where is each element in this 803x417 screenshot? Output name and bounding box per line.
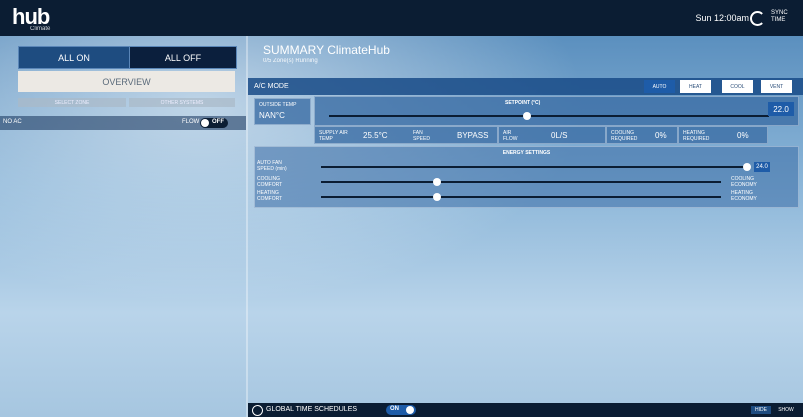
slider-left-label: AUTO FAN SPEED (min) xyxy=(257,160,287,172)
heating-slider-knob[interactable] xyxy=(433,193,441,201)
stat-label: AIR FLOW xyxy=(503,130,518,142)
stat-cooling-required: COOLING REQUIRED 0% xyxy=(606,126,678,144)
outside-temp-value: NAN°C xyxy=(259,111,285,120)
summary-panel: SUMMARY ClimateHub 0/5 Zone(s) Running A… xyxy=(248,36,803,417)
left-panel: ALL ON ALL OFF OVERVIEW SELECT ZONE OTHE… xyxy=(0,36,246,417)
ac-mode-label: A/C MODE xyxy=(254,83,289,90)
auto-fan-value: 24.0 xyxy=(754,162,770,172)
stat-label: FAN SPEED xyxy=(413,130,430,142)
auto-fan-slider-track[interactable] xyxy=(321,166,747,168)
slider-left-label: HEATING COMFORT xyxy=(257,190,283,202)
outside-temp-panel: OUTSIDE TEMP NAN°C xyxy=(254,98,311,125)
cooling-slider-knob[interactable] xyxy=(433,178,441,186)
all-off-button[interactable]: ALL OFF xyxy=(129,46,237,69)
stat-value: 0L/S xyxy=(551,131,568,140)
stat-air-flow: AIR FLOW 0L/S xyxy=(498,126,606,144)
mode-heat-button[interactable]: HEAT xyxy=(680,80,711,93)
mode-vent-button[interactable]: VENT xyxy=(761,80,792,93)
global-time-schedules-label: GLOBAL TIME SCHEDULES xyxy=(266,406,358,413)
stat-heating-required: HEATING REQUIRED 0% xyxy=(678,126,768,144)
setpoint-value: 22.0 xyxy=(768,102,794,116)
flow-toggle-state: OFF xyxy=(212,119,224,125)
overview-button[interactable]: OVERVIEW xyxy=(18,71,235,92)
slider-left-label: COOLING COMFORT xyxy=(257,176,283,188)
stat-value: 0% xyxy=(655,131,667,140)
select-zone-button[interactable]: SELECT ZONE xyxy=(18,98,126,107)
ac-mode-bar: A/C MODE AUTO HEAT COOL VENT xyxy=(248,78,803,95)
toggle-knob xyxy=(201,119,209,127)
flow-toggle[interactable]: OFF xyxy=(200,118,228,128)
stat-label: HEATING REQUIRED xyxy=(683,130,710,142)
show-button[interactable]: SHOW xyxy=(774,406,798,414)
sync-time-label[interactable]: SYNC TIME xyxy=(771,10,793,24)
mode-auto-button[interactable]: AUTO xyxy=(644,80,675,93)
heating-slider-track[interactable] xyxy=(321,196,721,198)
cooling-slider-track[interactable] xyxy=(321,181,721,183)
sync-icon[interactable] xyxy=(750,11,765,26)
stat-label: COOLING REQUIRED xyxy=(611,130,638,142)
summary-title: SUMMARY ClimateHub xyxy=(263,43,390,57)
logo-subtitle: Climate xyxy=(30,26,51,32)
summary-subtitle: 0/5 Zone(s) Running xyxy=(263,58,318,64)
toggle-knob xyxy=(406,406,414,414)
all-on-button[interactable]: ALL ON xyxy=(18,46,130,69)
stat-value: 25.5°C xyxy=(363,131,388,140)
setpoint-slider-knob[interactable] xyxy=(523,112,531,120)
slider-right-label: HEATING ECONOMY xyxy=(731,190,757,202)
auto-fan-slider-knob[interactable] xyxy=(743,163,751,171)
setpoint-slider-track[interactable] xyxy=(329,115,769,117)
zones-header: NO AC FLOW OFF xyxy=(0,116,246,130)
schedules-toggle-state: ON xyxy=(390,406,399,412)
setpoint-label: SETPOINT (°C) xyxy=(505,100,541,106)
zones-label: NO AC xyxy=(3,119,22,125)
bottom-bar: GLOBAL TIME SCHEDULES ON HIDE SHOW xyxy=(248,403,803,417)
other-systems-button[interactable]: OTHER SYSTEMS xyxy=(129,98,235,107)
setpoint-panel: SETPOINT (°C) 22.0 xyxy=(314,96,799,126)
clock-icon xyxy=(252,405,263,416)
flow-label: FLOW xyxy=(182,119,200,125)
energy-settings-panel: ENERGY SETTINGS AUTO FAN SPEED (min) 24.… xyxy=(254,146,799,208)
energy-title: ENERGY SETTINGS xyxy=(502,150,551,156)
top-bar: hub Climate Sun 12:00am SYNC TIME xyxy=(0,0,803,36)
hide-button[interactable]: HIDE xyxy=(751,406,771,414)
stat-value: BYPASS xyxy=(457,131,489,140)
mode-cool-button[interactable]: COOL xyxy=(722,80,753,93)
schedules-toggle[interactable]: ON xyxy=(386,405,416,415)
outside-temp-label: OUTSIDE TEMP xyxy=(259,102,297,108)
stat-supply-air-temp: SUPPLY AIR TEMP 25.5°C FAN SPEED BYPASS xyxy=(314,126,498,144)
slider-right-label: COOLING ECONOMY xyxy=(731,176,757,188)
stat-label: SUPPLY AIR TEMP xyxy=(319,130,348,142)
stat-value: 0% xyxy=(737,131,749,140)
clock-display: Sun 12:00am xyxy=(695,13,749,23)
